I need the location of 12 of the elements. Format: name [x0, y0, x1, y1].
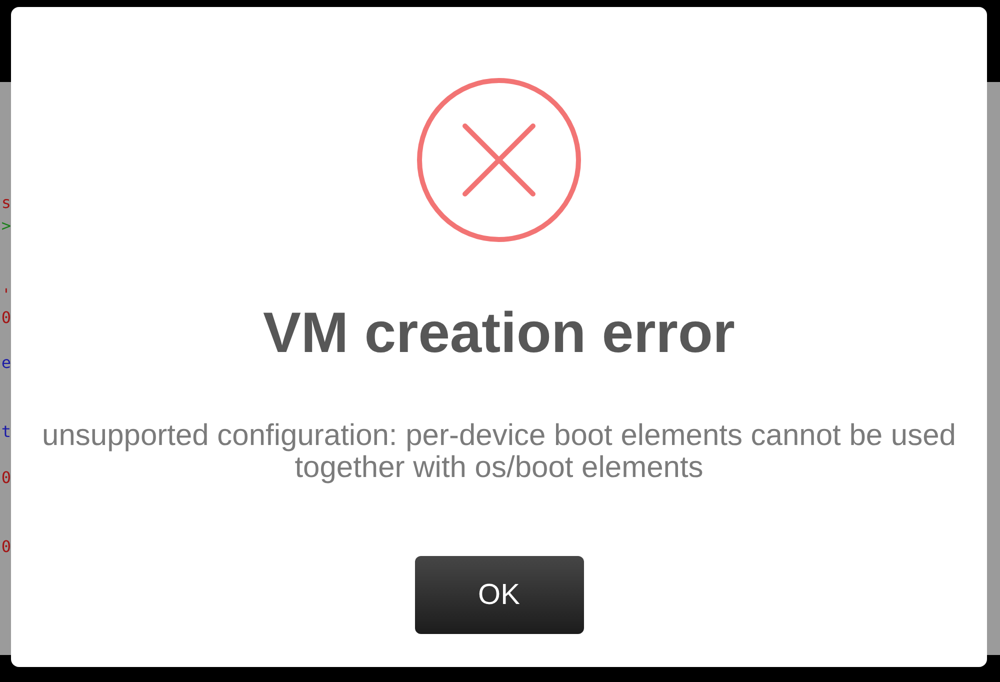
dialog-title: VM creation error	[263, 300, 735, 366]
code-fragment: 0	[1, 466, 11, 489]
error-x-circle-icon	[417, 78, 581, 242]
code-fragment: 0	[1, 306, 11, 329]
dialog-message: unsupported configuration: per-device boot elements cannot be used together with os/boot elements	[41, 420, 957, 484]
code-fragment: t	[1, 421, 11, 444]
code-fragment: '	[1, 284, 11, 306]
ok-button[interactable]: OK	[414, 556, 584, 634]
code-fragment: 0	[1, 536, 11, 558]
code-fragment: s	[1, 192, 11, 214]
code-fragment: e	[1, 352, 11, 374]
code-fragment: >	[1, 214, 11, 237]
